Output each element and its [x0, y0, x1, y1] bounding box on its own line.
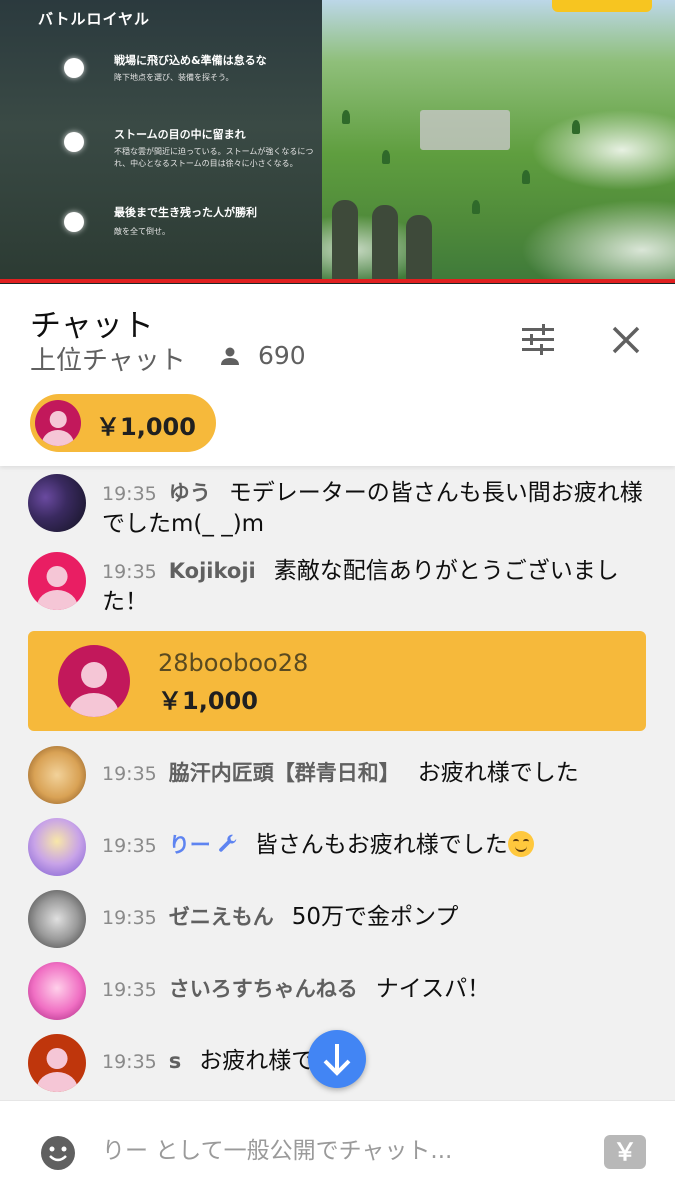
avatar	[28, 1034, 86, 1092]
close-icon[interactable]	[606, 320, 646, 360]
chat-input[interactable]	[102, 1131, 572, 1171]
scene-tree	[472, 200, 480, 214]
tune-icon[interactable]	[518, 320, 558, 360]
message-time: 19:35	[102, 561, 157, 583]
avatar	[28, 962, 86, 1020]
message-text: お疲れ様でした	[417, 760, 579, 786]
video-player[interactable]: バトルロイヤル 戦場に飛び込め&準備は怠るな 降下地点を選び、装備を探そう。 ス…	[0, 0, 675, 284]
video-step-heading: 最後まで生き残った人が勝利	[114, 206, 257, 219]
video-left-panel: バトルロイヤル 戦場に飛び込め&準備は怠るな 降下地点を選び、装備を探そう。 ス…	[0, 0, 322, 280]
video-step-sub: 不穏な雲が間近に迫っている。ストームが強くなるにつれ、中心となるストームの目は徐…	[114, 147, 314, 168]
message-time: 19:35	[102, 835, 157, 857]
message-text: ナイスパ！	[375, 976, 491, 1002]
video-step-sub: 敵を全て倒せ。	[114, 227, 170, 236]
person-icon	[221, 347, 239, 365]
video-game-scene	[322, 0, 675, 280]
superchat-message[interactable]: 28booboo28 ￥1,000	[28, 631, 646, 731]
smiling-emoji-icon	[507, 831, 534, 857]
scene-tree	[382, 150, 390, 164]
scene-character	[406, 215, 432, 280]
chat-header: チャット 上位チャット 690 ￥1,000	[0, 284, 675, 466]
video-bullet	[64, 212, 84, 232]
message-time: 19:35	[102, 907, 157, 929]
message-text: 50万で金ポンプ	[291, 904, 459, 930]
wrench-icon	[218, 834, 237, 852]
superchat-name: 28booboo28	[158, 649, 309, 677]
scene-town	[420, 110, 510, 150]
video-progress-bar[interactable]	[0, 279, 675, 283]
chat-input-bar: ￥	[0, 1100, 675, 1200]
superchat-amount: ￥1,000	[158, 687, 258, 715]
super-chat-button[interactable]: ￥	[604, 1135, 646, 1169]
superchat-ticker[interactable]: ￥1,000	[30, 394, 216, 452]
scene-tree	[342, 110, 350, 124]
avatar	[58, 645, 130, 717]
scene-character	[332, 200, 358, 280]
video-bullet	[64, 58, 84, 78]
message-author[interactable]: Kojikoji	[169, 559, 256, 583]
message-author[interactable]: s	[169, 1049, 182, 1073]
avatar	[28, 746, 86, 804]
message-time: 19:35	[102, 1051, 157, 1073]
video-step-sub: 降下地点を選び、装備を探そう。	[114, 73, 234, 82]
video-bullet	[64, 132, 84, 152]
video-step-heading: 戦場に飛び込め&準備は怠るな	[114, 54, 267, 67]
message-time: 19:35	[102, 979, 157, 1001]
scene-tree	[572, 120, 580, 134]
video-step-heading: ストームの目の中に留まれ	[114, 128, 246, 141]
video-badge	[552, 0, 652, 12]
ticker-amount: ￥1,000	[96, 413, 196, 441]
viewer-count: 690	[258, 341, 306, 370]
message-author[interactable]: 脇汗内匠頭【群青日和】	[169, 761, 400, 785]
scene-tree	[522, 170, 530, 184]
chat-mode-dropdown[interactable]: 上位チャット	[30, 340, 186, 377]
message-author[interactable]: りー	[169, 833, 211, 857]
message-time: 19:35	[102, 763, 157, 785]
avatar	[28, 890, 86, 948]
video-title: バトルロイヤル	[38, 10, 151, 28]
message-author[interactable]: ゆう	[169, 481, 211, 505]
message-text: 皆さんもお疲れ様でした	[254, 832, 508, 858]
avatar	[35, 400, 81, 446]
avatar	[28, 552, 86, 610]
message-time: 19:35	[102, 483, 157, 505]
avatar	[28, 818, 86, 876]
scene-character	[372, 205, 398, 280]
chat-title: チャット	[30, 308, 154, 344]
scroll-to-bottom-button[interactable]	[308, 1030, 366, 1088]
emoji-picker-icon[interactable]	[40, 1135, 76, 1171]
message-author[interactable]: さいろすちゃんねる	[169, 977, 358, 1001]
arrow-down-icon	[323, 1044, 351, 1076]
avatar	[28, 474, 86, 532]
message-author[interactable]: ゼニえもん	[169, 905, 274, 929]
